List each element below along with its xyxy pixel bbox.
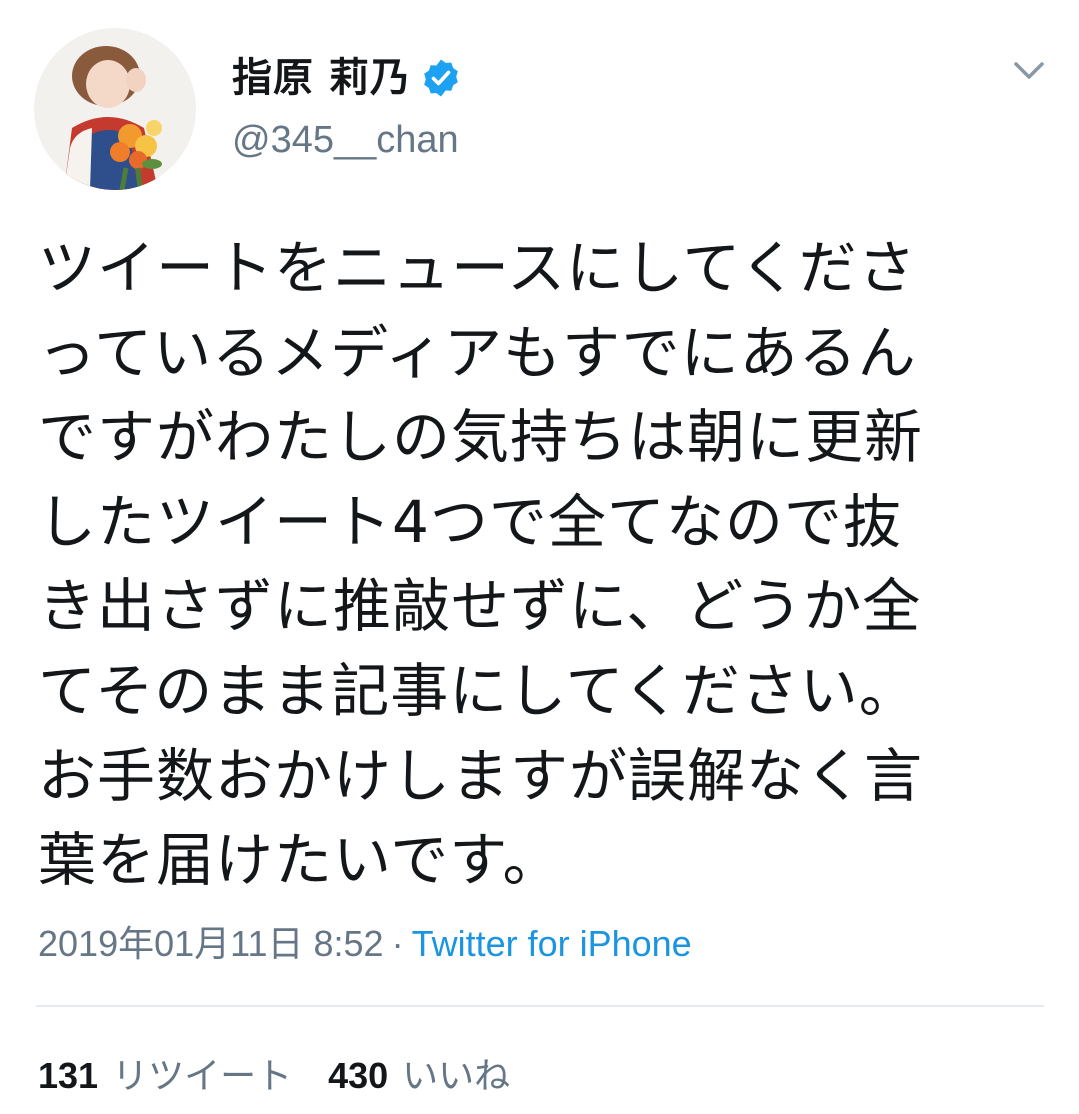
tweet-text: ツイートをニュースにしてくださ っているメディアもすでにあるん ですがわたしの気… xyxy=(38,226,1048,903)
tweet-stats: 131 リツイート 430 いいね xyxy=(38,1050,510,1103)
divider xyxy=(36,1005,1044,1007)
retweet-count: 131 xyxy=(38,1055,99,1096)
chevron-down-icon xyxy=(1014,62,1044,79)
meta-separator: · xyxy=(391,923,404,964)
tweet-timestamp[interactable]: 2019年01月11日 8:52 xyxy=(38,923,384,964)
like-count-link[interactable]: 430 いいね xyxy=(328,1050,510,1103)
display-name-row[interactable]: 指原 莉乃 xyxy=(232,50,461,106)
avatar[interactable] xyxy=(34,28,196,190)
more-options-button[interactable] xyxy=(1006,52,1052,90)
tweet-source-link[interactable]: Twitter for iPhone xyxy=(412,923,692,964)
tweet-text-line: き出さずに推敲せずに、どうか全 xyxy=(38,572,922,641)
tweet-detail: 指原 莉乃 @345__chan ツイートをニュースにしてくださ っているメディ… xyxy=(0,0,1079,1114)
tweet-text-line: 葉を届けたいです。 xyxy=(38,826,562,895)
tweet-text-line: ですがわたしの気持ちは朝に更新 xyxy=(38,403,924,472)
user-handle[interactable]: @345__chan xyxy=(232,114,459,166)
tweet-text-line: っているメディアもすでにあるん xyxy=(38,318,917,387)
tweet-text-line: ツイートをニュースにしてくださ xyxy=(38,234,917,302)
verified-badge-icon xyxy=(421,58,461,98)
tweet-text-line: お手数おかけしますが誤解なく言 xyxy=(38,741,924,810)
display-name[interactable]: 指原 莉乃 xyxy=(232,52,411,104)
tweet-text-line: てそのまま記事にしてください。 xyxy=(38,656,918,725)
profile-photo xyxy=(34,28,196,190)
tweet-meta: 2019年01月11日 8:52 · Twitter for iPhone xyxy=(38,918,692,970)
like-label: いいね xyxy=(402,1056,511,1097)
tweet-text-line: したツイート4つで全てなので抜 xyxy=(38,487,902,556)
like-count: 430 xyxy=(328,1055,389,1096)
retweet-count-link[interactable]: 131 リツイート xyxy=(38,1050,292,1103)
retweet-label: リツイート xyxy=(112,1056,293,1097)
